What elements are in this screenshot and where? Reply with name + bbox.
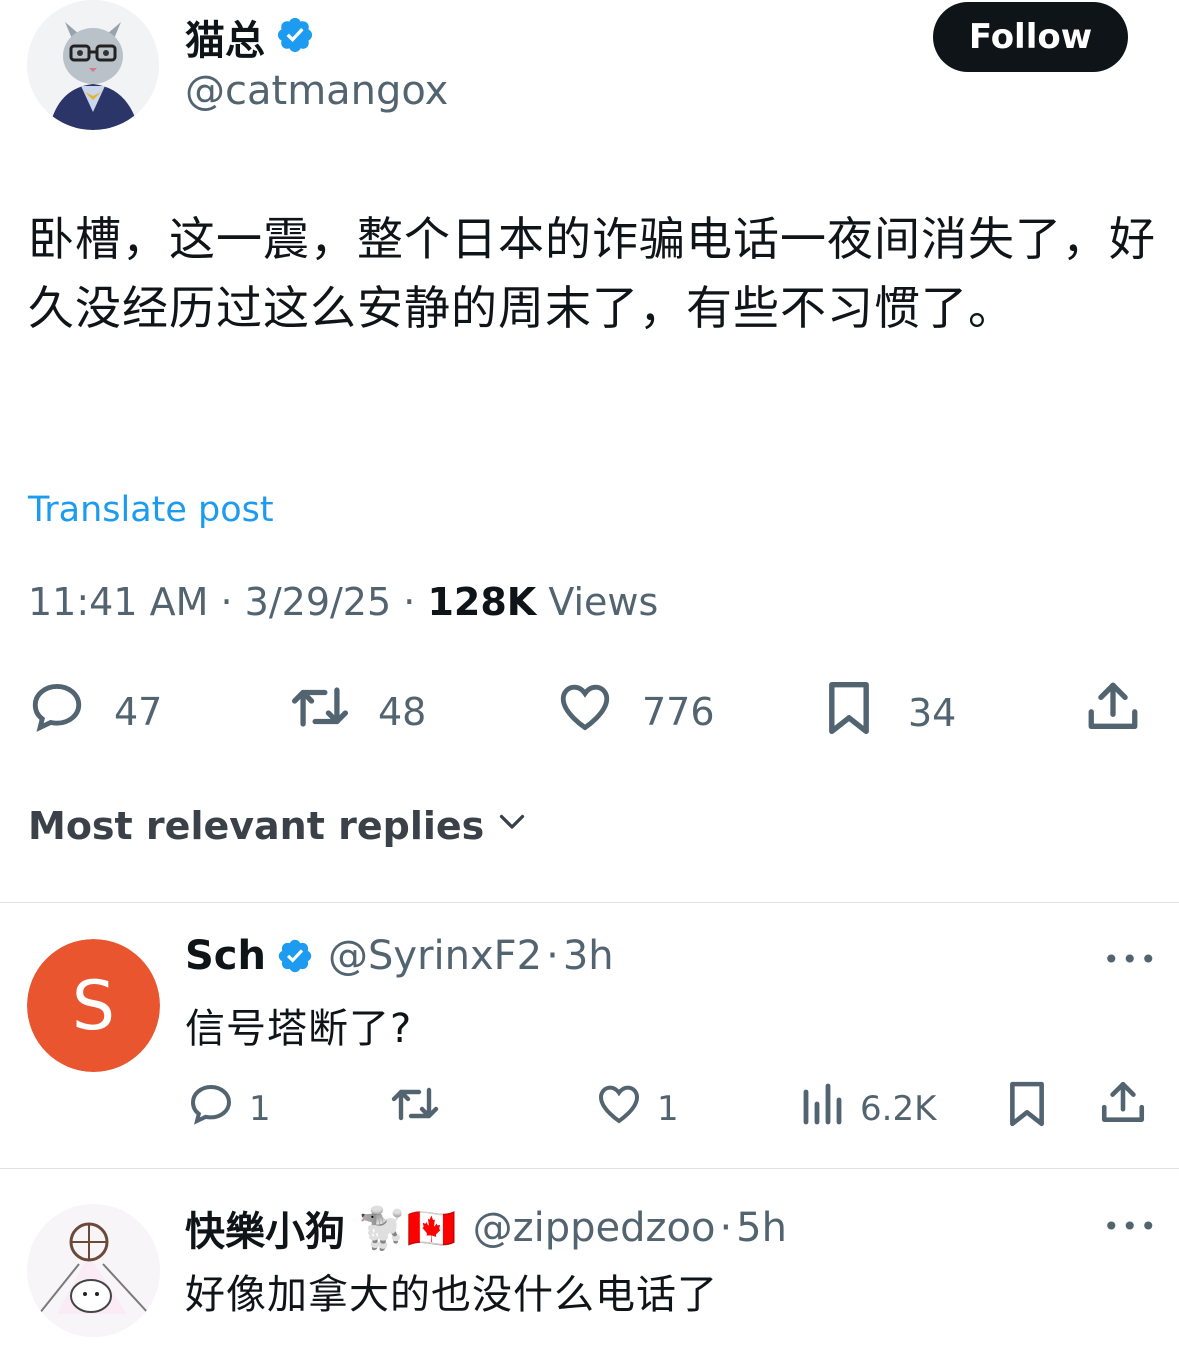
replies-heading-label: Most relevant replies [28,803,485,848]
reply-author-handle[interactable]: @SyrinxF2 [328,933,542,979]
share-icon [1098,1078,1148,1137]
chevron-down-icon [494,803,530,848]
reply-text: 好像加拿大的也没什么电话了 [185,1272,718,1318]
verified-badge-icon [276,937,314,975]
reply-bookmark-action[interactable] [1004,1078,1050,1139]
bookmark-count: 34 [908,690,957,735]
reply-time[interactable]: 5h [736,1205,787,1251]
views-icon [800,1080,844,1137]
reply-author-name[interactable]: 快樂小狗 [185,1199,345,1257]
verified-badge-icon [275,15,315,59]
author-handle[interactable]: @catmangox [185,68,448,114]
views-label: Views [548,580,659,624]
reply-like-action[interactable]: 1 [595,1080,679,1137]
divider [0,1168,1179,1169]
like-count: 1 [657,1088,679,1129]
repost-count: 48 [378,689,427,734]
meta-separator: · [546,933,559,979]
author-name[interactable]: 猫总 [185,8,265,66]
meta-separator: · [220,580,233,624]
bookmark-action[interactable]: 34 [822,678,956,747]
reply-count: 1 [249,1088,271,1129]
reply-header: 快樂小狗 🐩🇨🇦 @zippedzoo · 5h [185,1199,787,1257]
like-action[interactable]: 776 [556,678,715,745]
author-avatar[interactable] [27,0,159,130]
reply-action[interactable]: 47 [28,678,162,745]
views-count: 128K [427,580,537,624]
heart-icon [595,1080,643,1137]
avatar-letter: S [72,967,115,1046]
author-name-row[interactable]: 猫总 [185,8,315,66]
meta-separator: · [719,1205,733,1251]
like-count: 776 [642,689,715,734]
reply-author-handle[interactable]: @zippedzoo [473,1205,716,1251]
reply-author-name-emoji: 🐩🇨🇦 [357,1205,457,1252]
divider [0,902,1179,903]
repost-action[interactable]: 48 [288,678,426,745]
translate-post-link[interactable]: Translate post [28,490,274,530]
reply-repost-action[interactable] [388,1080,442,1137]
reply-text: 信号塔断了? [185,1006,413,1052]
heart-icon [556,678,614,745]
reply-count: 47 [114,689,163,734]
meta-separator: · [403,580,416,624]
views-count: 6.2K [860,1088,937,1129]
post-date: 3/29/25 [244,580,392,624]
more-options-icon[interactable]: ••• [1103,1210,1159,1243]
reply-share-action[interactable] [1098,1078,1148,1137]
reply-avatar[interactable]: S [27,939,160,1072]
reply-icon [28,678,86,745]
reply-author-name[interactable]: Sch [185,933,266,979]
more-options-icon[interactable]: ••• [1103,943,1159,976]
replies-sort-dropdown[interactable]: Most relevant replies [28,803,530,848]
share-icon [1084,678,1142,745]
reply-header: Sch @SyrinxF2 · 3h [185,933,614,979]
bookmark-icon [822,678,876,747]
post-text: 卧槽，这一震，整个日本的诈骗电话一夜间消失了，好久没经历过这么安静的周末了，有些… [28,212,1156,335]
repost-icon [388,1080,442,1137]
reply-avatar[interactable] [27,1204,160,1337]
reply-reply-action[interactable]: 1 [187,1080,271,1137]
reply-icon [187,1080,235,1137]
share-action[interactable] [1084,678,1142,745]
follow-button[interactable]: Follow [933,2,1128,72]
reply-views-action[interactable]: 6.2K [800,1080,936,1137]
bookmark-icon [1004,1078,1050,1139]
post-time: 11:41 AM [28,580,209,624]
repost-icon [288,678,352,745]
post-meta: 11:41 AM · 3/29/25 · 128K Views [28,580,658,624]
reply-time[interactable]: 3h [563,933,614,979]
